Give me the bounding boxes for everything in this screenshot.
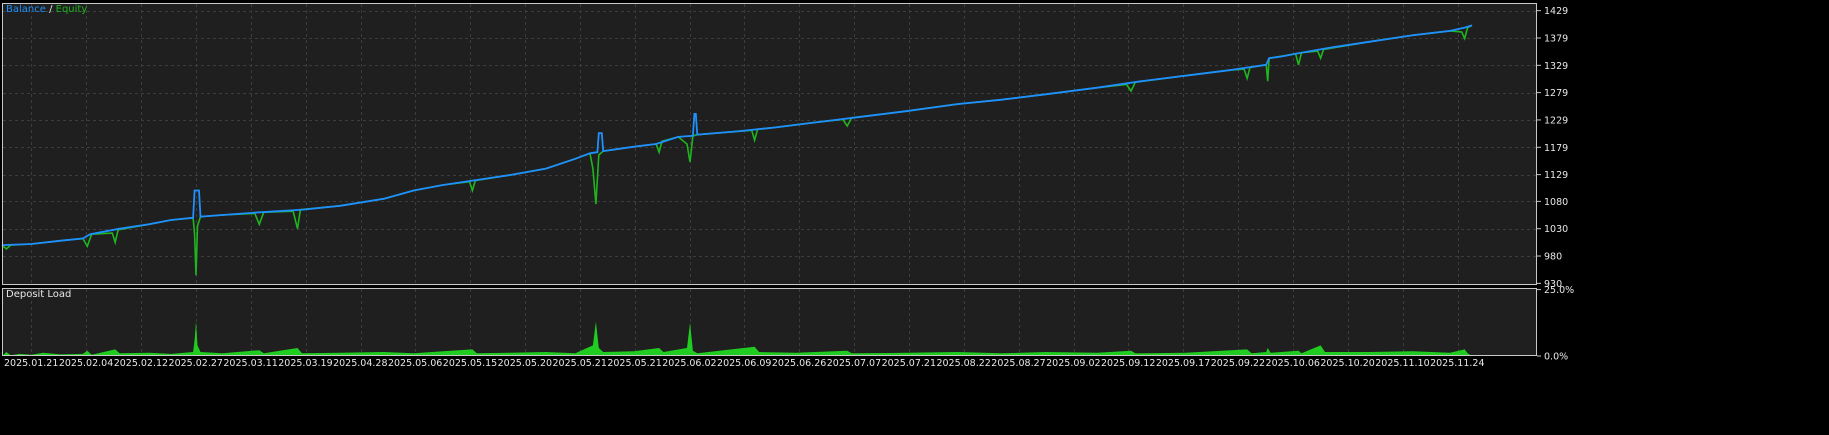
x-tick-label: 2025.06.09 <box>717 358 771 369</box>
x-tick-label: 2025.11.10 <box>1375 358 1429 369</box>
x-tick-label: 2025.11.24 <box>1430 358 1484 369</box>
y-tick-label: 1329 <box>1544 61 1568 72</box>
x-tick-label: 2025.02.04 <box>59 358 113 369</box>
y-tick-label: 1229 <box>1544 115 1568 126</box>
x-tick-label: 2025.07.07 <box>827 358 881 369</box>
x-tick-label: 2025.09.02 <box>1046 358 1100 369</box>
x-tick-label: 2025.06.26 <box>772 358 826 369</box>
x-tick-label: 2025.03.19 <box>278 358 332 369</box>
chart-window: 930 980 1030 1080 1129 1179 1229 1279 1329 1379 14… <box>0 0 1829 431</box>
x-tick-label: 2025.04.28 <box>333 358 387 369</box>
deposit-load-title: Deposit Load <box>6 289 71 300</box>
main-plot-area[interactable] <box>2 3 1537 285</box>
x-tick-label: 2025.05.21 <box>607 358 661 369</box>
x-tick-label: 2025.09.17 <box>1156 358 1210 369</box>
y-tick-label: 1129 <box>1544 170 1568 181</box>
deposit-load-plot-area[interactable] <box>2 288 1537 356</box>
x-axis: 2025.01.21 2025.02.04 2025.02.12 2025.02.27… <box>4 358 1485 369</box>
x-tick-label: 2025.02.27 <box>169 358 223 369</box>
y-tick-label: 1080 <box>1544 197 1568 208</box>
x-tick-label: 2025.09.12 <box>1101 358 1155 369</box>
x-tick-label: 2025.02.12 <box>114 358 168 369</box>
x-tick-label: 2025.09.22 <box>1211 358 1265 369</box>
x-tick-label: 2025.06.02 <box>662 358 716 369</box>
x-tick-label: 2025.10.06 <box>1266 358 1320 369</box>
y-tick-label: 1279 <box>1544 88 1568 99</box>
x-tick-label: 2025.05.15 <box>443 358 497 369</box>
x-tick-label: 2025.05.21 <box>553 358 607 369</box>
x-tick-label: 2025.01.21 <box>4 358 58 369</box>
y-tick-label: 1379 <box>1544 33 1568 44</box>
x-tick-label: 2025.03.11 <box>223 358 277 369</box>
chart-canvas: 9309801030108011291179122912791329137914… <box>0 0 1829 431</box>
legend: Balance / Equity <box>6 4 87 15</box>
x-tick-label: 2025.08.27 <box>991 358 1045 369</box>
y-tick-label: 1179 <box>1544 143 1568 154</box>
legend-balance: Balance <box>6 4 46 15</box>
y-tick-label: 1030 <box>1544 224 1568 235</box>
x-tick-label: 2025.07.21 <box>882 358 936 369</box>
x-tick-label: 2025.05.06 <box>388 358 442 369</box>
x-tick-label: 2025.05.20 <box>498 358 552 369</box>
x-tick-label: 2025.10.20 <box>1320 358 1374 369</box>
legend-equity: Equity <box>56 4 88 15</box>
y-tick-label: 0.0% <box>1544 352 1568 363</box>
y-tick-label: 25.0% <box>1544 285 1574 296</box>
y-tick-label: 1429 <box>1544 6 1568 17</box>
x-tick-label: 2025.08.22 <box>936 358 990 369</box>
y-tick-label: 980 <box>1544 252 1562 263</box>
